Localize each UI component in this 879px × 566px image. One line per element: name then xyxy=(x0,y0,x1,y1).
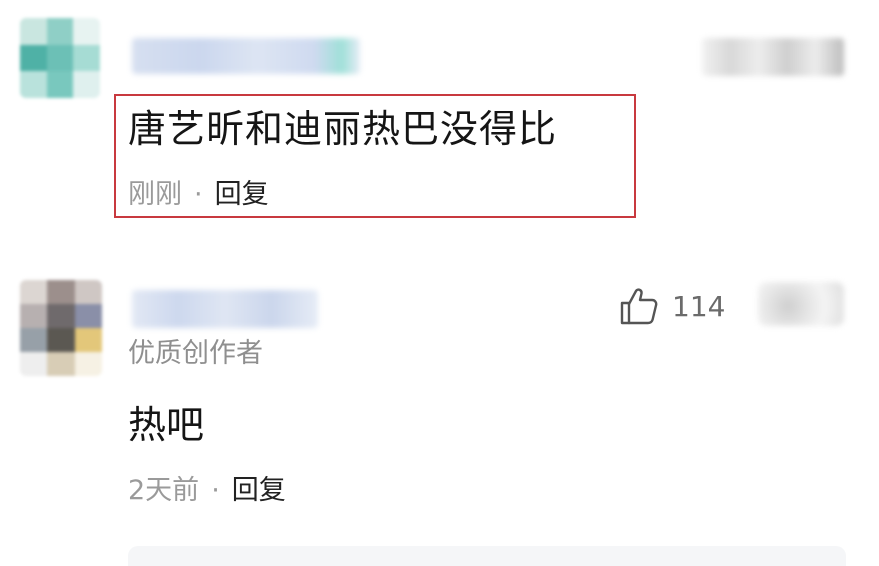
separator-dot: · xyxy=(211,475,220,506)
comment-list: 唐艺昕和迪丽热巴没得比 刚刚 · 回复 优质创作者 114 热吧 2天前 · 回复 xyxy=(0,0,879,566)
like-button[interactable]: 114 xyxy=(618,284,725,328)
comment-text: 热吧 xyxy=(128,403,205,447)
comment-meta: 2天前 · 回复 xyxy=(128,474,286,508)
timestamp: 刚刚 xyxy=(128,179,182,210)
reply-button[interactable]: 回复 xyxy=(215,179,269,210)
username-redacted[interactable] xyxy=(132,38,360,74)
avatar[interactable] xyxy=(20,280,102,376)
timestamp: 2天前 xyxy=(128,475,200,506)
reply-button[interactable]: 回复 xyxy=(232,475,286,506)
comment-meta: 刚刚 · 回复 xyxy=(128,178,269,212)
redacted-region xyxy=(758,282,844,326)
separator-dot: · xyxy=(194,179,203,210)
username-redacted[interactable] xyxy=(132,290,318,328)
redacted-region xyxy=(702,38,844,76)
avatar[interactable] xyxy=(20,18,100,98)
creator-badge: 优质创作者 xyxy=(128,338,263,369)
replies-panel[interactable] xyxy=(128,546,846,566)
comment-text: 唐艺昕和迪丽热巴没得比 xyxy=(128,107,558,151)
like-count: 114 xyxy=(672,289,726,323)
thumbs-up-icon[interactable] xyxy=(618,285,660,327)
